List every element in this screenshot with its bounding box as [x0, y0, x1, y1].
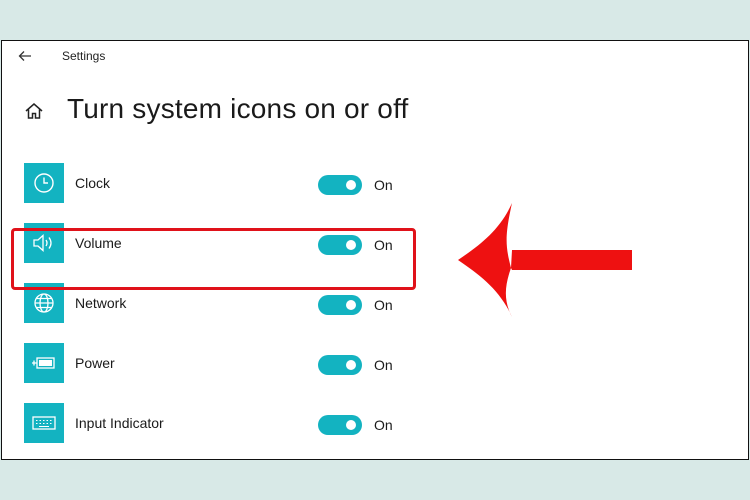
setting-label: Clock [75, 175, 111, 191]
volume-toggle[interactable] [318, 235, 362, 255]
setting-label: Volume [75, 235, 122, 251]
home-icon[interactable] [24, 101, 44, 121]
app-title: Settings [62, 49, 106, 63]
volume-tile [24, 223, 64, 263]
toggle-state-label: On [374, 357, 393, 373]
back-button[interactable] [14, 47, 36, 65]
keyboard-icon [32, 416, 56, 430]
page-header: Turn system icons on or off [2, 93, 748, 133]
toggle-knob [346, 300, 356, 310]
clock-icon [34, 173, 54, 193]
setting-row-input-indicator: Input Indicator On [24, 403, 424, 443]
setting-row-network: Network On [24, 283, 424, 323]
power-toggle[interactable] [318, 355, 362, 375]
toggle-state-label: On [374, 237, 393, 253]
power-tile [24, 343, 64, 383]
globe-icon [34, 293, 54, 313]
input-indicator-toggle[interactable] [318, 415, 362, 435]
input-indicator-tile [24, 403, 64, 443]
settings-window: Settings Turn system icons on or off Clo… [1, 40, 749, 460]
toggle-state-label: On [374, 297, 393, 313]
setting-row-power: Power On [24, 343, 424, 383]
page-title: Turn system icons on or off [67, 93, 409, 124]
toggle-knob [346, 180, 356, 190]
setting-row-volume: Volume On [24, 223, 424, 263]
title-bar: Settings [2, 41, 748, 73]
clock-tile [24, 163, 64, 203]
toggle-state-label: On [374, 177, 393, 193]
toggle-knob [346, 360, 356, 370]
setting-row-clock: Clock On [24, 163, 424, 203]
toggle-knob [346, 240, 356, 250]
battery-icon [32, 357, 55, 369]
volume-icon [33, 234, 52, 252]
back-arrow-icon [18, 51, 31, 61]
red-arrow-left-icon [458, 203, 632, 317]
network-tile [24, 283, 64, 323]
setting-label: Network [75, 295, 127, 311]
setting-label: Input Indicator [75, 415, 164, 431]
clock-toggle[interactable] [318, 175, 362, 195]
toggle-state-label: On [374, 417, 393, 433]
setting-label: Power [75, 355, 115, 371]
network-toggle[interactable] [318, 295, 362, 315]
toggle-knob [346, 420, 356, 430]
